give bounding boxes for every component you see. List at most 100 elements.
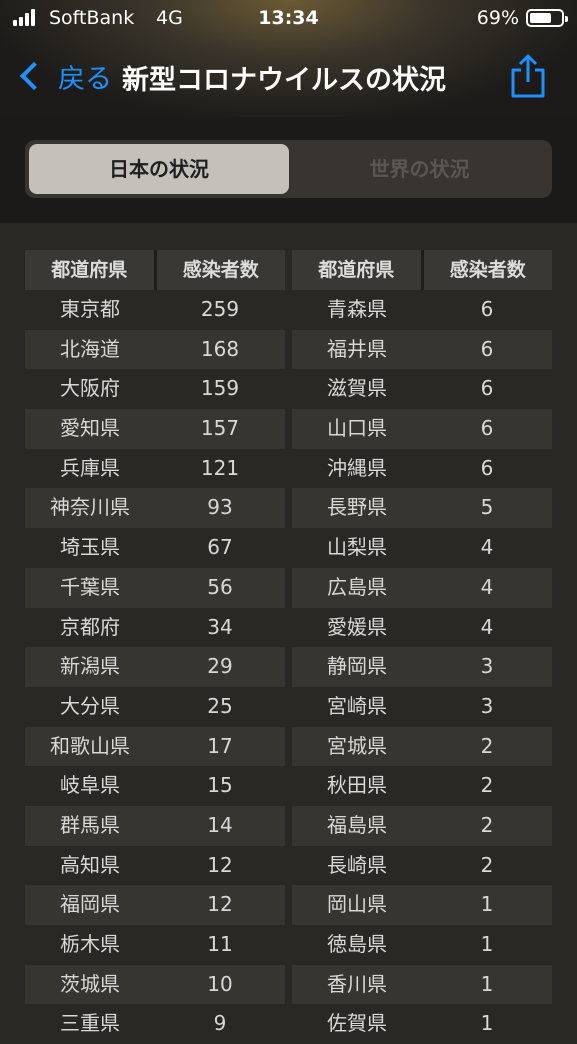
table-header: 都道府県 感染者数	[25, 250, 285, 290]
table-row: 山梨県 4	[292, 528, 552, 568]
case-count: 25	[207, 693, 233, 718]
table-row: 栃木県 11	[25, 925, 285, 965]
table-row: 滋賀県 6	[292, 369, 552, 410]
case-count: 1	[480, 1011, 494, 1036]
table-row: 神奈川県 93	[25, 488, 285, 529]
case-count: 1	[480, 932, 494, 956]
prefecture-name: 新潟県	[60, 654, 120, 679]
top-bar: SoftBank 4G 13:34 69% 戻る 新型コロナウイルスの状況	[0, 0, 577, 117]
case-count: 6	[480, 455, 494, 480]
table-row: 岐阜県 15	[25, 766, 285, 806]
column-header-prefecture: 都道府県	[292, 250, 424, 290]
case-count: 6	[480, 376, 494, 401]
prefecture-name: 栃木県	[60, 932, 120, 956]
case-count: 93	[207, 495, 233, 520]
column-header-cases: 感染者数	[449, 259, 526, 281]
table-row: 大分県 25	[25, 686, 285, 727]
prefecture-name: 佐賀県	[327, 1011, 387, 1036]
prefecture-name: 滋賀県	[327, 376, 387, 401]
case-count: 10	[207, 971, 233, 996]
segment-japan[interactable]: 日本の状況	[29, 144, 289, 194]
case-count: 15	[207, 773, 233, 798]
navigation-bar: 戻る 新型コロナウイルスの状況	[0, 40, 577, 110]
case-count: 4	[480, 614, 494, 639]
table-row: 福井県 6	[292, 329, 552, 370]
case-count: 157	[200, 416, 240, 441]
table-row: 和歌山県 17	[25, 726, 285, 767]
table-row: 福岡県 12	[25, 885, 285, 925]
table-row: 青森県 6	[292, 290, 552, 330]
prefecture-name: 千葉県	[60, 574, 120, 599]
case-count: 259	[200, 297, 240, 321]
case-count: 3	[480, 654, 494, 679]
table-row: 兵庫県 121	[25, 448, 285, 489]
table-row: 埼玉県 67	[25, 528, 285, 568]
table-row: 愛知県 157	[25, 409, 285, 449]
segment-world[interactable]: 世界の状況	[291, 144, 548, 194]
table-row: 広島県 4	[292, 567, 552, 608]
table-row: 沖縄県 6	[292, 448, 552, 489]
prefecture-name: 大分県	[60, 693, 120, 718]
table-row: 徳島県 1	[292, 925, 552, 965]
case-count: 1	[480, 892, 494, 917]
table-row: 愛媛県 4	[292, 607, 552, 648]
prefecture-name: 三重県	[60, 1011, 120, 1036]
case-count: 29	[207, 654, 233, 679]
table-row: 岡山県 1	[292, 885, 552, 925]
case-count: 5	[480, 495, 494, 520]
case-count: 2	[480, 733, 494, 758]
prefecture-name: 埼玉県	[60, 535, 120, 560]
prefecture-name: 福島県	[327, 812, 387, 837]
table-row: 宮城県 2	[292, 726, 552, 767]
prefecture-name: 徳島県	[327, 932, 387, 956]
prefecture-name: 茨城県	[60, 971, 120, 996]
table-row: 京都府 34	[25, 607, 285, 648]
case-count: 17	[207, 733, 233, 758]
case-count: 56	[207, 574, 233, 599]
page-title: 新型コロナウイルスの状況	[122, 65, 446, 96]
table-header: 都道府県 感染者数	[292, 250, 552, 290]
prefecture-name: 宮城県	[327, 733, 387, 758]
table-row: 高知県 12	[25, 845, 285, 886]
prefecture-name: 広島県	[327, 574, 387, 599]
battery-percent: 69%	[476, 7, 519, 29]
case-count: 1	[480, 971, 494, 996]
share-icon[interactable]	[509, 54, 547, 98]
case-count: 2	[480, 852, 494, 877]
prefecture-name: 静岡県	[327, 654, 387, 679]
prefecture-name: 東京都	[60, 297, 120, 321]
case-count: 34	[207, 614, 233, 639]
table-row: 群馬県 14	[25, 805, 285, 846]
table-row: 佐賀県 1	[292, 1004, 552, 1044]
table-row: 大阪府 159	[25, 369, 285, 410]
table-row: 三重県 9	[25, 1004, 285, 1044]
prefecture-name: 山梨県	[327, 535, 387, 560]
case-count: 67	[207, 535, 233, 560]
case-count: 11	[207, 932, 233, 956]
prefecture-name: 長野県	[327, 495, 387, 520]
prefecture-name: 宮崎県	[327, 693, 387, 718]
case-count: 4	[480, 574, 494, 599]
table-row: 秋田県 2	[292, 766, 552, 806]
table-row: 静岡県 3	[292, 647, 552, 687]
case-count: 6	[480, 297, 494, 321]
back-button[interactable]: 戻る	[12, 56, 112, 96]
case-count: 168	[200, 336, 240, 361]
case-count: 9	[213, 1011, 227, 1036]
chevron-left-icon	[19, 61, 49, 91]
case-table-right: 都道府県 感染者数 青森県 6 福井県 6 滋賀県 6 山口県 6 沖縄県 6 長野県 5 山梨県 4 広島…	[292, 250, 552, 1044]
prefecture-name: 愛媛県	[327, 614, 387, 639]
case-count: 12	[207, 892, 233, 917]
table-row: 長崎県 2	[292, 845, 552, 886]
prefecture-name: 北海道	[60, 336, 120, 361]
prefecture-name: 沖縄県	[327, 455, 387, 480]
prefecture-name: 山口県	[327, 416, 387, 441]
prefecture-name: 福井県	[327, 336, 387, 361]
case-count: 2	[480, 773, 494, 798]
back-label: 戻る	[58, 63, 112, 95]
case-count: 4	[480, 535, 494, 560]
prefecture-name: 高知県	[60, 852, 120, 877]
table-row: 長野県 5	[292, 488, 552, 529]
case-count: 2	[480, 812, 494, 837]
case-count: 6	[480, 336, 494, 361]
